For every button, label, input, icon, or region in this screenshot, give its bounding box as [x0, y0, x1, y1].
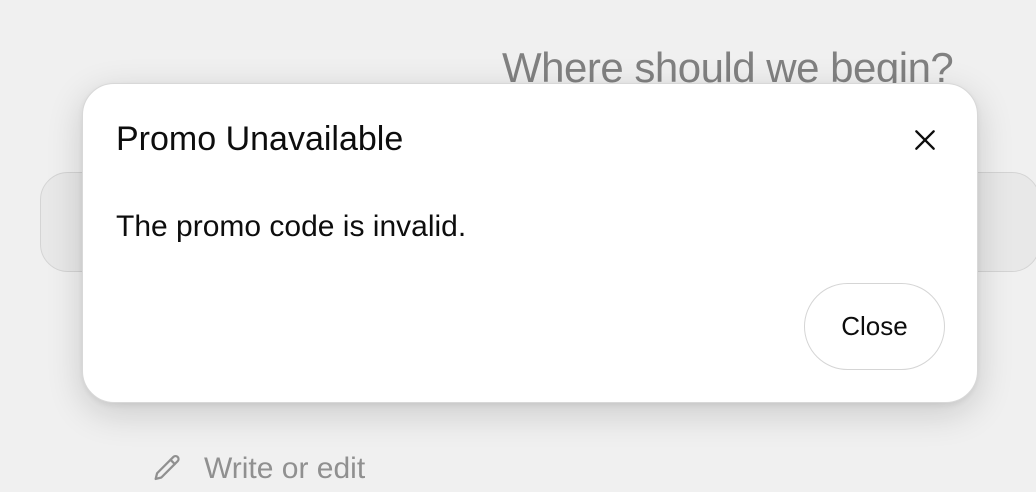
close-button[interactable]: Close	[804, 283, 945, 370]
dialog-title: Promo Unavailable	[116, 120, 404, 158]
dialog-message: The promo code is invalid.	[116, 210, 467, 243]
close-icon[interactable]	[907, 122, 943, 158]
promo-unavailable-dialog: Promo Unavailable The promo code is inva…	[82, 83, 978, 403]
